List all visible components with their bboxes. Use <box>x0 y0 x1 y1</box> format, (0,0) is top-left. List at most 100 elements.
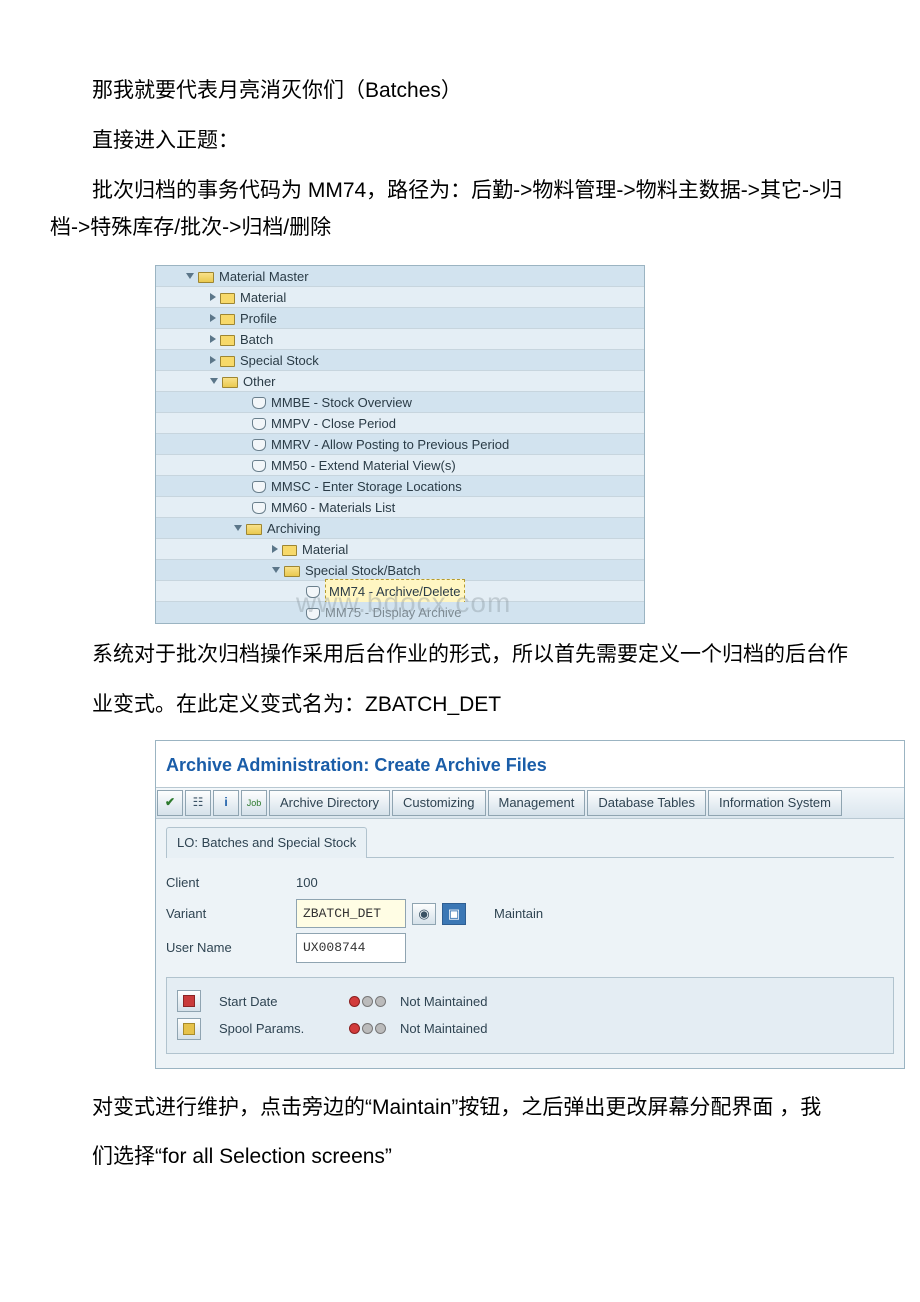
username-label: User Name <box>166 936 296 959</box>
customizing-button[interactable]: Customizing <box>392 790 486 816</box>
start-date-icon[interactable] <box>177 990 201 1012</box>
database-tables-button[interactable]: Database Tables <box>587 790 706 816</box>
tcode-icon <box>306 608 320 620</box>
row-spool-params: Spool Params. Not Maintained <box>177 1017 883 1040</box>
client-label: Client <box>166 871 296 894</box>
tcode-icon <box>252 439 266 451</box>
tcode-icon <box>252 397 266 409</box>
start-date-label: Start Date <box>219 990 349 1013</box>
management-button[interactable]: Management <box>488 790 586 816</box>
tree-label: MMPV - Close Period <box>271 412 396 435</box>
folder-open-icon <box>246 524 262 535</box>
tree-node-mm60[interactable]: MM60 - Materials List <box>156 497 644 518</box>
job-icon[interactable]: Job <box>241 790 267 816</box>
username-input[interactable]: UX008744 <box>296 933 406 962</box>
expand-down-icon <box>186 273 194 279</box>
paragraph-1: 那我就要代表月亮消灭你们（Batches） <box>50 72 870 110</box>
tree-node-mm50[interactable]: MM50 - Extend Material View(s) <box>156 455 644 476</box>
tree-label: MM50 - Extend Material View(s) <box>271 454 456 477</box>
folder-icon <box>220 356 235 367</box>
tree-label: Special Stock <box>240 349 319 372</box>
tree-icon[interactable]: ☷ <box>185 790 211 816</box>
expand-right-icon <box>210 293 216 301</box>
paragraph-6: 对变式进行维护，点击旁边的“Maintain”按钮，之后弹出更改屏幕分配界面 ，… <box>50 1089 870 1127</box>
execute-icon[interactable]: ✔ <box>157 790 183 816</box>
spool-params-label: Spool Params. <box>219 1017 349 1040</box>
information-system-button[interactable]: Information System <box>708 790 842 816</box>
panel-body: LO: Batches and Special Stock Client 100… <box>156 819 904 1067</box>
tree-label: Material <box>240 286 286 309</box>
expand-down-icon <box>210 378 218 384</box>
tcode-icon <box>252 460 266 472</box>
tree-label: MMBE - Stock Overview <box>271 391 412 414</box>
tree-node-batch[interactable]: Batch <box>156 329 644 350</box>
spool-params-icon[interactable] <box>177 1018 201 1040</box>
folder-icon <box>220 335 235 346</box>
traffic-light-icon <box>349 1023 386 1034</box>
row-username: User Name UX008744 <box>166 933 894 962</box>
sap-menu-tree: Material Master Material Profile Batch S… <box>155 265 645 624</box>
tree-node-mm74[interactable]: MM74 - Archive/Delete <box>156 581 644 602</box>
tree-label: Archiving <box>267 517 320 540</box>
status-box: Start Date Not Maintained Spool Params. … <box>166 977 894 1054</box>
tree-node-special-stock[interactable]: Special Stock <box>156 350 644 371</box>
maintain-button[interactable]: Maintain <box>494 902 543 925</box>
variant-label: Variant <box>166 902 296 925</box>
tree-node-profile[interactable]: Profile <box>156 308 644 329</box>
tree-label: Batch <box>240 328 273 351</box>
tree-node-mmbe[interactable]: MMBE - Stock Overview <box>156 392 644 413</box>
paragraph-2: 直接进入正题： <box>50 122 870 160</box>
expand-down-icon <box>234 525 242 531</box>
tcode-icon <box>306 586 320 598</box>
tcode-icon <box>252 481 266 493</box>
tree-label: MM75 - Display Archive <box>325 601 462 624</box>
tree-node-archiving[interactable]: Archiving <box>156 518 644 539</box>
tree-label: MMSC - Enter Storage Locations <box>271 475 462 498</box>
paragraph-3: 批次归档的事务代码为 MM74，路径为：后勤->物料管理->物料主数据->其它-… <box>50 172 870 248</box>
paragraph-7: 们选择“for all Selection screens” <box>50 1138 870 1176</box>
create-icon[interactable]: ▣ <box>442 903 466 925</box>
panel-title: Archive Administration: Create Archive F… <box>156 741 904 787</box>
tree-label: Profile <box>240 307 277 330</box>
expand-right-icon <box>210 314 216 322</box>
tree-label: Material <box>302 538 348 561</box>
folder-icon <box>282 545 297 556</box>
expand-right-icon <box>210 335 216 343</box>
folder-open-icon <box>198 272 214 283</box>
row-variant: Variant ZBATCH_DET ◉ ▣ Maintain <box>166 899 894 928</box>
row-client: Client 100 <box>166 871 894 894</box>
tree-node-material[interactable]: Material <box>156 287 644 308</box>
expand-right-icon <box>272 545 278 553</box>
expand-down-icon <box>272 567 280 573</box>
archive-directory-button[interactable]: Archive Directory <box>269 790 390 816</box>
expand-right-icon <box>210 356 216 364</box>
tree-node-material-master[interactable]: Material Master <box>156 266 644 287</box>
tree-node-mmrv[interactable]: MMRV - Allow Posting to Previous Period <box>156 434 644 455</box>
tree-node-mmpv[interactable]: MMPV - Close Period <box>156 413 644 434</box>
tree-node-mmsc[interactable]: MMSC - Enter Storage Locations <box>156 476 644 497</box>
tree-label: MM60 - Materials List <box>271 496 395 519</box>
folder-icon <box>220 314 235 325</box>
panel-toolbar: ✔ ☷ i Job Archive Directory Customizing … <box>156 787 904 819</box>
info-icon[interactable]: i <box>213 790 239 816</box>
client-value: 100 <box>296 871 318 894</box>
tree-node-mm75[interactable]: MM75 - Display Archive www.bdocx.com <box>156 602 644 623</box>
tcode-icon <box>252 502 266 514</box>
section-tab: LO: Batches and Special Stock <box>166 827 367 857</box>
value-help-icon[interactable]: ◉ <box>412 903 436 925</box>
tree-label: MMRV - Allow Posting to Previous Period <box>271 433 509 456</box>
folder-open-icon <box>284 566 300 577</box>
paragraph-5: 业变式。在此定义变式名为：ZBATCH_DET <box>50 686 870 724</box>
tree-label: Material Master <box>219 265 309 288</box>
tree-label: Other <box>243 370 276 393</box>
variant-input[interactable]: ZBATCH_DET <box>296 899 406 928</box>
tree-node-other[interactable]: Other <box>156 371 644 392</box>
folder-icon <box>220 293 235 304</box>
row-start-date: Start Date Not Maintained <box>177 990 883 1013</box>
folder-open-icon <box>222 377 238 388</box>
paragraph-4: 系统对于批次归档操作采用后台作业的形式，所以首先需要定义一个归档的后台作 <box>50 636 870 674</box>
start-date-status: Not Maintained <box>400 990 487 1013</box>
spool-params-status: Not Maintained <box>400 1017 487 1040</box>
tree-node-arch-material[interactable]: Material <box>156 539 644 560</box>
tcode-icon <box>252 418 266 430</box>
